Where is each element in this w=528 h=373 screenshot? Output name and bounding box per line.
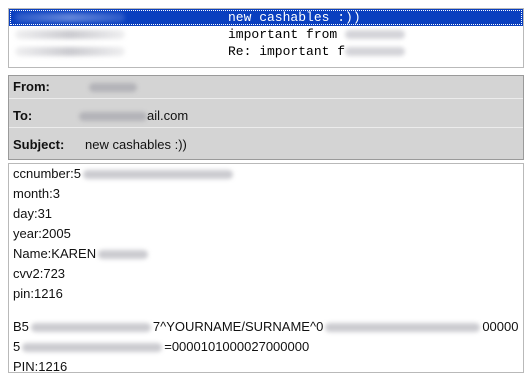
redacted-text (345, 47, 406, 57)
body-line: 5 =0000101000027000000 (13, 339, 310, 354)
redacted-text (30, 323, 151, 333)
sender-redacted (15, 47, 125, 56)
message-header-pane: From: To: ail.com Subject: new cashables… (8, 75, 524, 160)
message-list[interactable]: new cashables :)) important from Re: imp… (8, 8, 524, 68)
redacted-text (82, 170, 233, 180)
body-line: month:3 (13, 186, 60, 201)
subject-value: new cashables :)) (85, 137, 187, 152)
message-body[interactable]: ccnumber:5 month:3 day:31 year:2005 Name… (8, 163, 524, 373)
redacted-text (98, 250, 149, 260)
sender-redacted (15, 30, 125, 39)
to-row: To: ail.com (9, 105, 523, 128)
body-line: B5 7^YOURNAME/SURNAME^0 00000 (13, 319, 519, 334)
sender-redacted (15, 13, 125, 22)
message-subject: new cashables :)) (228, 10, 361, 25)
message-subject: Re: important f (228, 43, 406, 60)
from-row: From: (9, 76, 523, 99)
body-line: year:2005 (13, 226, 71, 241)
from-label: From: (13, 79, 50, 94)
to-value: ail.com (79, 105, 188, 127)
from-value (79, 76, 137, 98)
body-line: cvv2:723 (13, 266, 66, 281)
to-label: To: (13, 108, 33, 123)
redacted-text (325, 323, 481, 333)
redacted-text (22, 343, 163, 353)
subject-row: Subject: new cashables :)) (9, 134, 523, 156)
body-line: pin:1216 (13, 286, 63, 301)
body-line: PIN:1216 (13, 359, 68, 373)
redacted-text (79, 112, 147, 122)
message-row-selected[interactable]: new cashables :)) (9, 9, 523, 26)
message-row[interactable]: important from (9, 26, 523, 43)
message-subject: important from (228, 26, 406, 43)
redacted-text (345, 30, 406, 40)
body-line: day:31 (13, 206, 53, 221)
message-row[interactable]: Re: important f (9, 43, 523, 60)
body-line: Name:KAREN (13, 244, 150, 264)
redacted-text (89, 83, 137, 93)
subject-label: Subject: (13, 137, 65, 152)
body-line: ccnumber:5 (13, 164, 235, 184)
